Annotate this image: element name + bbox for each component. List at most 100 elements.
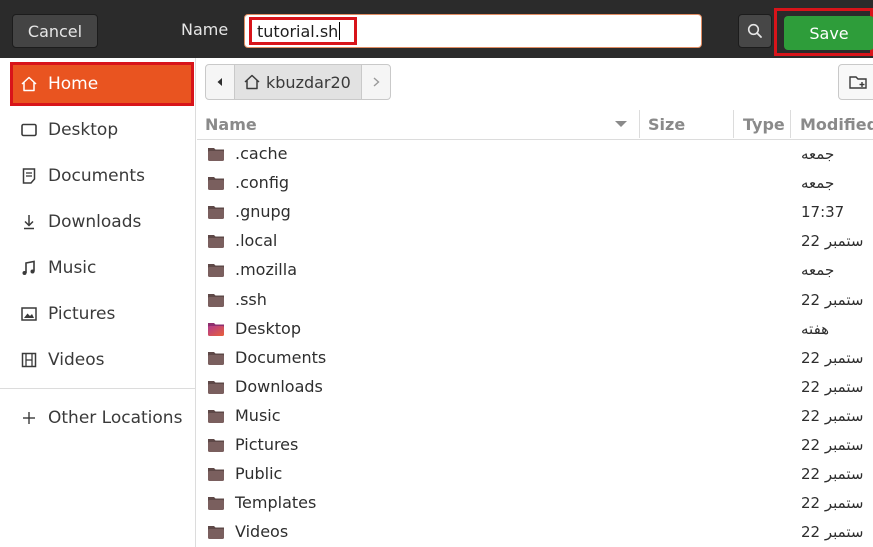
- documents-icon: [19, 166, 39, 186]
- file-modified: 22 ستمبر: [801, 436, 864, 454]
- sidebar-item-desktop[interactable]: Desktop: [0, 107, 196, 153]
- filename-input[interactable]: tutorial.sh: [244, 14, 702, 48]
- file-row[interactable]: .ssh 22 ستمبر: [197, 287, 873, 316]
- file-modified: 22 ستمبر: [801, 232, 864, 251]
- column-header-size[interactable]: Size: [648, 115, 685, 134]
- column-header-type[interactable]: Type: [743, 115, 785, 134]
- sidebar-item-label: Desktop: [48, 120, 119, 140]
- sidebar-item-pictures[interactable]: Pictures: [0, 291, 196, 337]
- search-button[interactable]: [738, 14, 772, 48]
- folder-icon: [208, 409, 224, 423]
- folder-icon: [208, 380, 224, 394]
- file-modified: 22 ستمبر: [801, 523, 864, 542]
- save-highlight: Save: [774, 8, 873, 56]
- file-modified: 22 ستمبر: [801, 290, 864, 309]
- file-modified: 22 ستمبر: [801, 348, 864, 367]
- new-folder-icon: [849, 76, 867, 89]
- sidebar-divider: [0, 388, 195, 389]
- path-forward-button[interactable]: [360, 64, 391, 100]
- sidebar-item-videos[interactable]: Videos: [0, 337, 196, 383]
- file-modified: هفته: [801, 319, 830, 338]
- filename-highlight: tutorial.sh: [249, 17, 357, 45]
- folder-icon: [208, 351, 224, 365]
- file-name: Public: [235, 464, 283, 484]
- path-segment-home[interactable]: kbuzdar20: [235, 64, 361, 100]
- file-row[interactable]: Templates 22 ستمبر: [197, 490, 873, 519]
- cancel-button[interactable]: Cancel: [12, 14, 98, 48]
- folder-icon: [208, 264, 224, 278]
- save-button[interactable]: Save: [784, 16, 873, 50]
- text-caret: [339, 22, 341, 40]
- desktop-folder-icon: [208, 322, 224, 336]
- file-name: .ssh: [235, 289, 267, 309]
- file-row[interactable]: Music 22 ستمبر: [197, 403, 873, 432]
- file-row[interactable]: .mozilla جمعه: [197, 257, 873, 286]
- folder-icon: [208, 439, 224, 452]
- sidebar-item-label: Downloads: [48, 212, 142, 232]
- name-label: Name: [181, 20, 229, 39]
- file-modified: جمعه: [801, 261, 835, 280]
- chevron-right-icon: [373, 77, 380, 87]
- chevron-left-icon: [217, 78, 222, 86]
- folder-icon: [208, 206, 224, 220]
- file-row[interactable]: Pictures 22 ستمبر: [197, 432, 873, 461]
- sort-descending-icon: [615, 121, 627, 127]
- file-name: Pictures: [235, 435, 299, 454]
- folder-icon: [208, 177, 224, 191]
- pictures-icon: [19, 304, 39, 324]
- file-row[interactable]: .local 22 ستمبر: [197, 228, 873, 257]
- sidebar-item-label: Videos: [48, 350, 105, 370]
- file-row[interactable]: .cache جمعه: [197, 141, 873, 170]
- search-icon: [747, 23, 762, 38]
- folder-icon: [208, 235, 224, 249]
- column-divider: [733, 110, 734, 138]
- file-row[interactable]: Videos 22 ستمبر: [197, 519, 873, 547]
- file-modified: جمعه: [801, 145, 835, 163]
- file-row[interactable]: Downloads 22 ستمبر: [197, 374, 873, 403]
- sidebar-item-label: Documents: [48, 166, 145, 186]
- file-modified: 22 ستمبر: [801, 406, 864, 425]
- path-back-button[interactable]: [205, 64, 235, 100]
- new-folder-button[interactable]: [838, 64, 873, 100]
- sidebar-item-downloads[interactable]: Downloads: [0, 199, 196, 245]
- sidebar-item-documents[interactable]: Documents: [0, 153, 196, 199]
- home-icon: [19, 74, 39, 94]
- file-name: Music: [235, 405, 281, 425]
- file-name: Templates: [235, 493, 317, 513]
- music-icon: [19, 258, 39, 278]
- folder-icon: [208, 497, 224, 511]
- file-name: .mozilla: [235, 260, 297, 280]
- videos-icon: [19, 350, 39, 370]
- file-row[interactable]: .config جمعه: [197, 170, 873, 199]
- file-modified: 22 ستمبر: [801, 377, 864, 396]
- places-sidebar: Home Desktop Documents Downloads Music P…: [0, 58, 196, 547]
- file-modified: جمعه: [801, 174, 835, 193]
- file-row[interactable]: .gnupg 17:37: [197, 199, 873, 228]
- column-divider: [639, 110, 640, 138]
- folder-icon: [208, 526, 224, 540]
- sidebar-item-music[interactable]: Music: [0, 245, 196, 291]
- path-bar: kbuzdar20: [205, 64, 391, 100]
- file-row[interactable]: Documents 22 ستمبر: [197, 345, 873, 374]
- file-list: Name Size Type Modified .cache جمعه .confi…: [197, 108, 873, 547]
- home-icon: [243, 72, 263, 92]
- file-name: .cache: [235, 144, 288, 163]
- file-row[interactable]: Desktop هفته: [197, 316, 873, 345]
- desktop-icon: [19, 120, 39, 140]
- column-header-modified[interactable]: Modified: [800, 115, 873, 134]
- filename-value: tutorial.sh: [257, 21, 339, 41]
- sidebar-item-label: Other Locations: [48, 408, 183, 428]
- sidebar-item-label: Pictures: [48, 304, 116, 324]
- plus-icon: [19, 408, 39, 428]
- downloads-icon: [19, 212, 39, 232]
- file-name: .gnupg: [235, 202, 291, 222]
- dialog-header-bar: Cancel Name tutorial.sh Save: [0, 0, 873, 58]
- file-row[interactable]: Public 22 ستمبر: [197, 461, 873, 490]
- sidebar-item-home[interactable]: Home: [10, 62, 194, 106]
- column-header-name[interactable]: Name: [205, 115, 257, 134]
- column-divider: [790, 110, 791, 138]
- sidebar-item-label: Home: [48, 74, 99, 94]
- sidebar-item-other-locations[interactable]: Other Locations: [0, 395, 196, 441]
- file-modified: 22 ستمبر: [801, 465, 864, 484]
- folder-icon: [208, 148, 224, 161]
